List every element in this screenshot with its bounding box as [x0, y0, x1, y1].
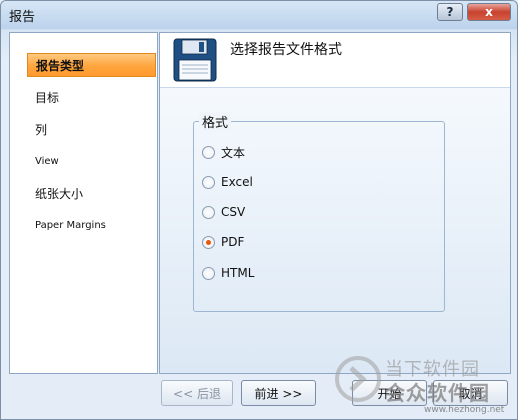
- wizard-nav-panel: 报告类型 目标 列 View 纸张大小 Paper Margins: [9, 32, 158, 374]
- help-icon: ?: [446, 5, 454, 19]
- format-option-html[interactable]: HTML: [202, 264, 254, 282]
- nav-item-destination[interactable]: 目标: [27, 85, 156, 109]
- watermark-url: www.hezhong.net: [424, 405, 505, 415]
- radio-label: Excel: [221, 175, 253, 189]
- watermark-logo-icon: [335, 356, 381, 402]
- radio-button[interactable]: [202, 205, 215, 219]
- radio-button[interactable]: [202, 175, 215, 189]
- nav-item-label: Paper Margins: [35, 219, 106, 231]
- nav-item-label: 目标: [35, 90, 60, 105]
- site-watermark: 当下软件园 会众软件园 www.hezhong.net: [328, 351, 517, 419]
- radio-button-checked[interactable]: [202, 235, 215, 249]
- wizard-content-panel: 选择报告文件格式 格式 文本 Excel CSV PDF HTML: [159, 32, 511, 374]
- format-option-excel[interactable]: Excel: [202, 173, 253, 191]
- format-option-text[interactable]: 文本: [202, 143, 245, 161]
- report-dialog: 报告 ? x 报告类型 目标 列 View 纸张大小 Paper Margins: [0, 0, 518, 420]
- nav-item-paper-margins[interactable]: Paper Margins: [27, 213, 156, 237]
- floppy-disk-icon: [173, 38, 217, 82]
- help-button[interactable]: ?: [437, 3, 463, 21]
- title-bar: 报告 ? x: [1, 1, 517, 29]
- step-content: 格式 文本 Excel CSV PDF HTML: [160, 87, 510, 373]
- radio-label: HTML: [221, 266, 255, 280]
- format-option-csv[interactable]: CSV: [202, 203, 245, 221]
- radio-label: PDF: [221, 235, 245, 249]
- radio-label: CSV: [221, 205, 246, 219]
- back-button[interactable]: << 后退: [161, 380, 233, 406]
- nav-item-view[interactable]: View: [27, 149, 156, 173]
- nav-item-label: 报告类型: [36, 58, 85, 73]
- nav-item-label: 纸张大小: [35, 186, 84, 201]
- nav-item-report-type[interactable]: 报告类型: [27, 53, 156, 77]
- next-button[interactable]: 前进 >>: [241, 380, 316, 406]
- step-header: 选择报告文件格式: [160, 33, 510, 85]
- nav-item-label: 列: [35, 122, 48, 137]
- radio-label: 文本: [221, 145, 246, 160]
- radio-button[interactable]: [202, 266, 215, 280]
- window-title: 报告: [9, 10, 36, 25]
- close-icon: x: [485, 5, 493, 19]
- nav-item-label: View: [35, 155, 59, 167]
- format-option-pdf[interactable]: PDF: [202, 233, 244, 251]
- watermark-text-2: 会众软件园: [385, 381, 490, 405]
- format-group-legend: 格式: [199, 112, 232, 131]
- radio-button[interactable]: [202, 145, 215, 159]
- nav-item-paper-size[interactable]: 纸张大小: [27, 181, 156, 205]
- step-title: 选择报告文件格式: [230, 42, 342, 58]
- nav-item-columns[interactable]: 列: [27, 117, 156, 141]
- close-button[interactable]: x: [467, 3, 511, 21]
- format-groupbox: 格式 文本 Excel CSV PDF HTML: [193, 112, 445, 312]
